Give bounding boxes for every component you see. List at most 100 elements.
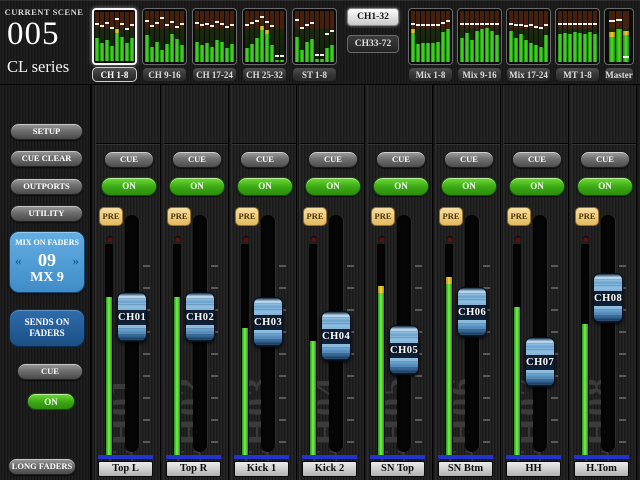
fader-knob-ch01[interactable]: CH01 (117, 292, 147, 342)
meter-bar-peak-hold (315, 54, 319, 56)
meter-bar (225, 11, 229, 62)
meter-block-ch-1-8[interactable]: CH 1-8 (92, 8, 137, 82)
meter-block-master[interactable]: Master (604, 8, 634, 82)
meter-bar-peak-hold (245, 24, 249, 26)
meter-bar (130, 12, 134, 61)
meter-bar (616, 11, 622, 62)
meter-bar (320, 11, 324, 62)
fader-knob-ch06[interactable]: CH06 (457, 287, 487, 337)
cue-clear-button[interactable]: CUE CLEAR (10, 150, 83, 167)
on-button-ch04[interactable]: ON (305, 177, 361, 196)
fader-scale-tick (143, 353, 150, 355)
pre-indicator-ch06[interactable]: PRE (439, 207, 463, 226)
setup-button[interactable]: SETUP (10, 123, 83, 140)
meter-bar (165, 11, 169, 62)
cue-button-ch08[interactable]: CUE (580, 151, 630, 168)
meter-block-ch-25-32[interactable]: CH 25-32 (242, 8, 287, 82)
sidebar-on-button[interactable]: ON (27, 393, 75, 410)
clip-led (243, 236, 249, 242)
outports-button[interactable]: OUTPORTS (10, 178, 83, 195)
meter-bar (230, 11, 234, 62)
meter-bar-peak-hold (305, 24, 309, 26)
on-button-ch07[interactable]: ON (509, 177, 565, 196)
mix-on-faders-panel[interactable]: MIX ON FADERS « 09 » MX 9 (9, 231, 85, 293)
meter-block-mix-9-16[interactable]: Mix 9-16 (457, 8, 502, 82)
channel-name-ch06[interactable]: SN Btm (438, 461, 493, 477)
meter-block-mt-1-8[interactable]: MT 1-8 (555, 8, 600, 82)
fader-knob-ch04[interactable]: CH04 (321, 311, 351, 361)
meter-bar (446, 11, 450, 62)
meter-block-meters (408, 8, 453, 65)
cue-button-ch04[interactable]: CUE (308, 151, 358, 168)
pre-indicator-ch05[interactable]: PRE (371, 207, 395, 226)
pre-indicator-ch07[interactable]: PRE (507, 207, 531, 226)
meter-bar-level (436, 42, 440, 62)
cue-button-ch05[interactable]: CUE (376, 151, 426, 168)
fader-scale-tick (619, 441, 626, 443)
on-button-ch06[interactable]: ON (441, 177, 497, 196)
channel-strip-ch07: CUEONPRECH07CH07HH (503, 85, 569, 480)
bank-button-ch33-72[interactable]: CH33-72 (347, 35, 399, 53)
channel-name-ch05[interactable]: SN Top (370, 461, 425, 477)
fader-knob-ch03[interactable]: CH03 (253, 297, 283, 347)
fader-scale-tick (619, 419, 626, 421)
pre-indicator-ch04[interactable]: PRE (303, 207, 327, 226)
fader-track-ch07[interactable] (533, 215, 547, 452)
meter-bar-peak-hold (265, 21, 269, 23)
meter-bar-level (431, 43, 435, 62)
cue-button-ch03[interactable]: CUE (240, 151, 290, 168)
meter-block-meters (242, 8, 287, 65)
on-button-ch01[interactable]: ON (101, 177, 157, 196)
pre-indicator-ch01[interactable]: PRE (99, 207, 123, 226)
pre-indicator-ch08[interactable]: PRE (575, 207, 599, 226)
meter-bar (470, 11, 474, 62)
channel-name-ch02[interactable]: Top R (166, 461, 221, 477)
cue-button-ch07[interactable]: CUE (512, 151, 562, 168)
cue-button-ch02[interactable]: CUE (172, 151, 222, 168)
meter-block-label: Mix 17-24 (506, 67, 551, 82)
sidebar-cue-button[interactable]: CUE (17, 363, 83, 380)
scene-panel[interactable]: CURRENT SCENE 005 CL series (0, 0, 88, 85)
meter-bar-level (100, 43, 104, 61)
meter-bar (300, 11, 304, 62)
fader-knob-ch05[interactable]: CH05 (389, 325, 419, 375)
meter-block-st-1-8[interactable]: ST 1-8 (292, 8, 337, 82)
channel-name-ch08[interactable]: H.Tom (574, 461, 629, 477)
channel-name-ch07[interactable]: HH (506, 461, 561, 477)
cue-button-ch06[interactable]: CUE (444, 151, 494, 168)
meter-block-ch-17-24[interactable]: CH 17-24 (192, 8, 237, 82)
channel-color-bar (574, 455, 629, 459)
fader-scale-tick (483, 265, 490, 267)
meter-block-mix-1-8[interactable]: Mix 1-8 (408, 8, 453, 82)
meter-bar-level (441, 32, 445, 62)
on-button-ch05[interactable]: ON (373, 177, 429, 196)
meter-bar (220, 11, 224, 62)
long-faders-button[interactable]: LONG FADERS (8, 458, 76, 475)
fader-track-ch08[interactable] (601, 215, 615, 452)
clip-led (583, 236, 589, 242)
meter-bridge: CURRENT SCENE 005 CL series CH 1-8CH 9-1… (0, 0, 640, 85)
fader-scale-tick (347, 265, 354, 267)
fader-knob-ch08[interactable]: CH08 (593, 273, 623, 323)
on-button-ch03[interactable]: ON (237, 177, 293, 196)
meter-block-ch-9-16[interactable]: CH 9-16 (142, 8, 187, 82)
meter-bar-peak-hold (320, 54, 324, 56)
on-button-ch08[interactable]: ON (577, 177, 633, 196)
channel-name-ch03[interactable]: Kick 1 (234, 461, 289, 477)
on-button-ch02[interactable]: ON (169, 177, 225, 196)
fader-knob-ch02[interactable]: CH02 (185, 292, 215, 342)
sends-on-faders-button[interactable]: SENDS ON FADERS (9, 309, 85, 347)
cue-button-ch01[interactable]: CUE (104, 151, 154, 168)
meter-block-mix-17-24[interactable]: Mix 17-24 (506, 8, 551, 82)
fader-scale-tick (143, 375, 150, 377)
fader-knob-ch07[interactable]: CH07 (525, 337, 555, 387)
channel-name-ch01[interactable]: Top L (98, 461, 153, 477)
bank-button-ch1-32[interactable]: CH1-32 (347, 8, 399, 26)
channel-name-ch04[interactable]: Kick 2 (302, 461, 357, 477)
strip-divider (300, 143, 364, 144)
utility-button[interactable]: UTILITY (10, 205, 83, 222)
next-mix-arrow-icon[interactable]: » (73, 253, 80, 269)
clip-led (311, 236, 317, 242)
pre-indicator-ch03[interactable]: PRE (235, 207, 259, 226)
pre-indicator-ch02[interactable]: PRE (167, 207, 191, 226)
